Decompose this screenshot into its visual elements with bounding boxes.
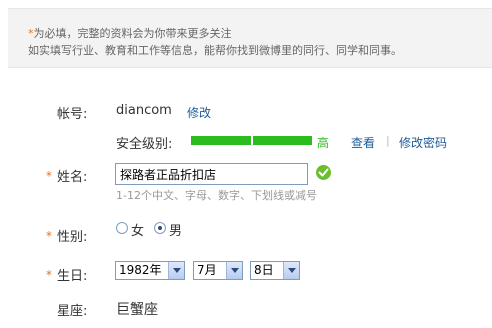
account-label: 帐号: (57, 107, 88, 122)
birthday-label: 生日: (57, 269, 88, 284)
notice-required-text: 为必填，完整的资料会为你带来更多关注 (33, 27, 232, 40)
birth-year-value: 1982年 (119, 263, 162, 277)
account-value: diancom (116, 103, 172, 118)
required-mark-gender: * (46, 229, 52, 243)
security-level-bar (191, 136, 312, 145)
chevron-down-icon (283, 262, 299, 279)
birth-year-select[interactable]: 1982年 (115, 261, 185, 280)
change-password-link[interactable]: 修改密码 (399, 134, 447, 151)
radio-selected-dot (158, 226, 162, 230)
gender-male-label: 男 (169, 224, 183, 239)
security-level-label: 安全级别: (116, 137, 173, 152)
view-security-link[interactable]: 查看 (351, 134, 375, 151)
nickname-input[interactable] (115, 163, 308, 185)
birth-day-value: 8日 (254, 263, 274, 277)
gender-label: 性别: (57, 230, 88, 245)
notice-line-info: 如实填写行业、教育和工作等信息，能帮你找到微博里的同行、同学和同事。 (28, 44, 402, 57)
required-mark-name: * (46, 169, 52, 183)
edit-account-link[interactable]: 修改 (187, 104, 211, 121)
zodiac-value: 巨蟹座 (116, 302, 158, 318)
gender-male-radio[interactable] (154, 222, 166, 234)
gender-female-label: 女 (131, 224, 145, 239)
zodiac-label: 星座: (57, 304, 88, 319)
chevron-down-icon (226, 262, 242, 279)
security-level-text: 高 (317, 136, 330, 150)
name-label: 姓名: (57, 170, 88, 185)
name-hint: 1-12个中文、字母、数字、下划线或减号 (116, 189, 317, 202)
check-icon (316, 165, 331, 180)
notice-line-required: *为必填，完整的资料会为你带来更多关注 (28, 25, 232, 41)
notice-box: *为必填，完整的资料会为你带来更多关注 如实填写行业、教育和工作等信息，能帮你找… (8, 8, 492, 68)
birth-month-select[interactable]: 7月 (193, 261, 243, 280)
link-separator: | (386, 134, 390, 147)
birth-month-value: 7月 (197, 263, 217, 277)
gender-female-radio[interactable] (116, 222, 128, 234)
birth-day-select[interactable]: 8日 (250, 261, 300, 280)
required-mark-birthday: * (46, 268, 52, 282)
chevron-down-icon (168, 262, 184, 279)
security-bar-divider (251, 136, 253, 145)
